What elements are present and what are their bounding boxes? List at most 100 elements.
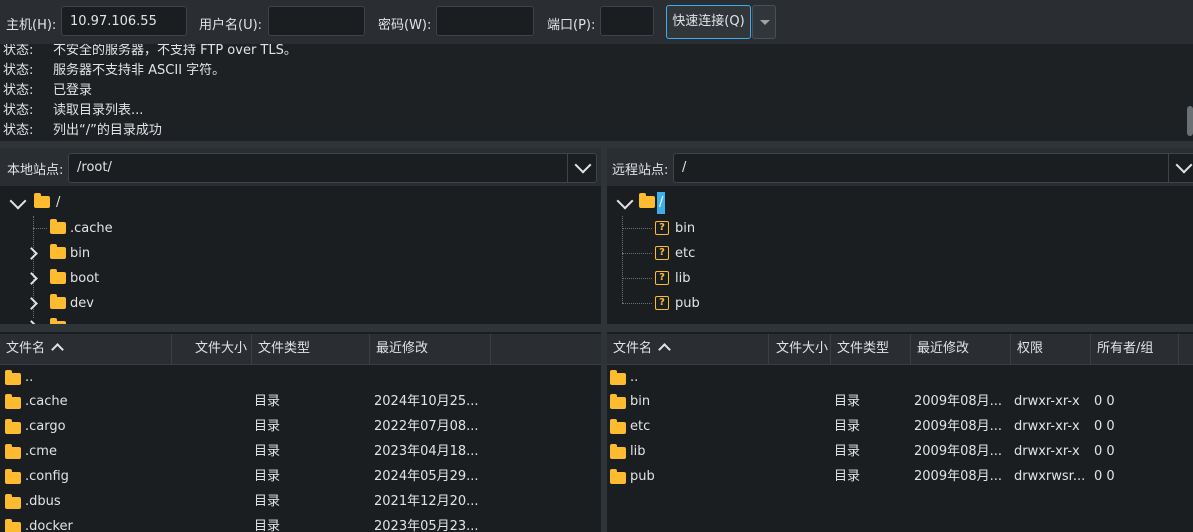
collapse-icon[interactable] bbox=[616, 192, 634, 210]
file-modified: 2023年04月18... bbox=[374, 444, 479, 459]
quickconnect-button[interactable]: 快速连接(Q) bbox=[666, 5, 751, 39]
folder-icon bbox=[5, 469, 21, 484]
table-row[interactable]: etc 目录 2009年08月... drwxr-xr-x 0 0 bbox=[607, 414, 1193, 439]
local-tree-splitter[interactable] bbox=[0, 324, 601, 332]
table-row[interactable]: pub 目录 2009年08月... drwxrwsr... 0 0 bbox=[607, 464, 1193, 489]
log-line: 状态: 服务器不支持非 ASCII 字符。 bbox=[3, 61, 225, 81]
quickconnect-bar: 主机(H): 用户名(U): 密码(W): 端口(P): 快速连接(Q) bbox=[0, 0, 1193, 44]
column-header-modified[interactable]: 最近修改 bbox=[370, 334, 491, 364]
sort-ascending-icon bbox=[51, 343, 64, 356]
table-row[interactable]: .dbus 目录 2021年12月20... bbox=[0, 489, 601, 514]
file-type: 目录 bbox=[834, 444, 861, 459]
expand-icon[interactable] bbox=[25, 297, 38, 310]
port-label: 端口(P): bbox=[547, 18, 596, 33]
collapse-icon[interactable] bbox=[9, 192, 27, 210]
expand-icon[interactable] bbox=[25, 320, 38, 324]
folder-icon bbox=[610, 419, 626, 434]
expand-icon[interactable] bbox=[25, 272, 38, 285]
table-row[interactable]: .cache 目录 2024年10月25... bbox=[0, 389, 601, 414]
table-row[interactable]: lib 目录 2009年08月... drwxr-xr-x 0 0 bbox=[607, 439, 1193, 464]
remote-path-input[interactable]: / bbox=[673, 153, 1193, 183]
file-modified: 2023年05月23... bbox=[374, 519, 479, 532]
username-label: 用户名(U): bbox=[199, 18, 263, 33]
file-modified: 2009年08月... bbox=[914, 469, 1003, 484]
username-input[interactable] bbox=[268, 6, 365, 36]
local-site-bar: 本地站点: /root/ bbox=[0, 148, 601, 186]
local-path-input[interactable]: /root/ bbox=[68, 153, 597, 183]
file-name: bin bbox=[630, 394, 651, 409]
column-header-filesize[interactable]: 文件大小 bbox=[769, 334, 831, 364]
tree-item[interactable]: pub bbox=[675, 293, 700, 315]
tree-item[interactable]: bin bbox=[675, 218, 695, 240]
tree-item[interactable]: etc bbox=[675, 243, 695, 265]
folder-icon bbox=[50, 244, 66, 259]
column-header-permissions[interactable]: 权限 bbox=[1011, 334, 1091, 364]
column-header-filename[interactable]: 文件名 bbox=[607, 334, 769, 364]
quickconnect-history-dropdown[interactable] bbox=[752, 5, 776, 39]
port-input[interactable] bbox=[600, 6, 654, 36]
file-name: lib bbox=[630, 444, 646, 459]
table-row[interactable]: .docker 目录 2023年05月23... bbox=[0, 514, 601, 532]
column-header-filename[interactable]: 文件名 bbox=[0, 334, 172, 364]
log-text: 不安全的服务器，不支持 FTP over TLS。 bbox=[53, 44, 297, 58]
table-row[interactable]: .cme 目录 2023年04月18... bbox=[0, 439, 601, 464]
folder-icon bbox=[610, 394, 626, 409]
file-modified: 2009年08月... bbox=[914, 444, 1003, 459]
expand-icon[interactable] bbox=[25, 247, 38, 260]
folder-icon bbox=[50, 219, 66, 234]
column-header-filetype[interactable]: 文件类型 bbox=[831, 334, 911, 364]
file-type: 目录 bbox=[254, 494, 281, 509]
message-log: 状态: 不安全的服务器，不支持 FTP over TLS。 状态: 服务器不支持非 … bbox=[0, 44, 1193, 141]
tree-guide bbox=[33, 228, 47, 229]
password-input[interactable] bbox=[436, 6, 534, 36]
file-modified: 2021年12月20... bbox=[374, 494, 479, 509]
file-name: .config bbox=[25, 469, 69, 484]
file-name: .cache bbox=[25, 394, 68, 409]
table-row[interactable]: bin 目录 2009年08月... drwxr-xr-x 0 0 bbox=[607, 389, 1193, 414]
tree-item[interactable]: dev bbox=[70, 293, 94, 315]
file-owner: 0 0 bbox=[1094, 444, 1115, 459]
folder-icon bbox=[610, 370, 626, 385]
column-header-filetype[interactable]: 文件类型 bbox=[252, 334, 370, 364]
log-text: 服务器不支持非 ASCII 字符。 bbox=[53, 63, 226, 78]
column-header-modified[interactable]: 最近修改 bbox=[911, 334, 1011, 364]
sort-ascending-icon bbox=[658, 343, 671, 356]
tree-item[interactable]: .cache bbox=[70, 218, 113, 240]
folder-icon bbox=[5, 519, 21, 532]
table-row[interactable]: .. bbox=[0, 365, 601, 390]
log-line: 状态: 不安全的服务器，不支持 FTP over TLS。 bbox=[3, 44, 297, 61]
tree-item[interactable]: lib bbox=[675, 268, 690, 290]
remote-path-dropdown[interactable] bbox=[1168, 153, 1193, 183]
column-header-owner[interactable]: 所有者/组 bbox=[1091, 334, 1179, 364]
tree-item-root[interactable]: / bbox=[657, 192, 666, 214]
host-input[interactable] bbox=[61, 6, 187, 36]
file-type: 目录 bbox=[254, 469, 281, 484]
folder-icon bbox=[50, 294, 66, 309]
table-row[interactable]: .. bbox=[607, 365, 1193, 390]
host-label: 主机(H): bbox=[6, 18, 57, 33]
local-site-label: 本地站点: bbox=[7, 163, 64, 178]
local-list-header: 文件名 文件大小 文件类型 最近修改 bbox=[0, 334, 601, 365]
log-scrollbar[interactable] bbox=[1187, 106, 1193, 136]
folder-icon bbox=[5, 394, 21, 409]
column-header-filesize[interactable]: 文件大小 bbox=[172, 334, 252, 364]
tree-guide bbox=[622, 216, 623, 303]
tree-item[interactable]: boot bbox=[70, 268, 99, 290]
tree-guide bbox=[622, 278, 652, 279]
log-text: 读取目录列表... bbox=[53, 103, 144, 118]
local-path-dropdown[interactable] bbox=[567, 153, 597, 183]
tree-item-root[interactable]: / bbox=[56, 192, 60, 214]
log-splitter[interactable] bbox=[0, 141, 1193, 148]
file-owner: 0 0 bbox=[1094, 419, 1115, 434]
tree-item[interactable]: bin bbox=[70, 243, 90, 265]
remote-tree-splitter[interactable] bbox=[607, 324, 1193, 332]
file-owner: 0 0 bbox=[1094, 469, 1115, 484]
table-row[interactable]: .config 目录 2024年05月29... bbox=[0, 464, 601, 489]
remote-directory-tree: / ? bin ? etc ? lib ? pub bbox=[607, 186, 1193, 324]
folder-icon bbox=[639, 193, 655, 208]
table-row[interactable]: .cargo 目录 2022年07月08... bbox=[0, 414, 601, 439]
chevron-down-icon bbox=[1175, 156, 1193, 174]
folder-icon bbox=[5, 370, 21, 385]
log-tag: 状态: bbox=[3, 83, 34, 98]
file-name: .cme bbox=[25, 444, 57, 459]
